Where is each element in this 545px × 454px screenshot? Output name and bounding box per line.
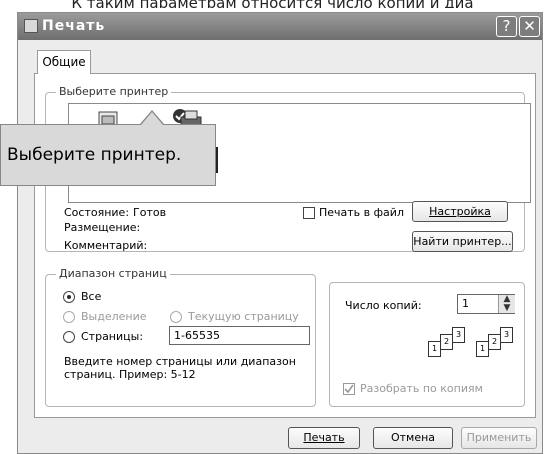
cancel-button-label: Отмена — [390, 431, 436, 444]
copies-label: Число копий: — [345, 299, 422, 312]
window-title: Печать — [42, 18, 106, 34]
title-bar[interactable]: Печать ? ✕ — [18, 13, 542, 40]
tooltip-tail — [141, 112, 163, 125]
print-button-label: Печать — [303, 431, 345, 444]
status-value: Готов — [133, 206, 167, 219]
page-range-legend: Диапазон страниц — [56, 267, 170, 280]
checkmark-icon — [344, 384, 354, 394]
background-document-text: К таким параметрам относится число копий… — [0, 0, 545, 8]
tooltip-text: Выберите принтер. — [7, 145, 182, 165]
apply-button[interactable]: Применить — [461, 427, 537, 449]
print-button[interactable]: Печать — [288, 427, 360, 449]
printer-icon — [24, 19, 38, 33]
collate-checkbox[interactable] — [343, 383, 355, 395]
radio-selected-dot — [67, 295, 71, 299]
range-current-page-radio[interactable] — [170, 311, 182, 323]
range-all-radio[interactable] — [63, 291, 75, 303]
status-label: Состояние: — [64, 206, 130, 219]
copies-spinner[interactable]: ▲ ▼ — [498, 295, 515, 313]
find-printer-button[interactable]: Найти принтер... — [412, 231, 513, 252]
settings-button[interactable]: Настройка — [412, 201, 508, 222]
pages-input[interactable]: 1-65535 — [169, 326, 310, 345]
tab-general[interactable]: Общие — [37, 50, 91, 74]
collate-page-3b: 3 — [500, 327, 513, 343]
range-current-page-label[interactable]: Текущую страницу — [188, 310, 299, 323]
print-to-file-label[interactable]: Печать в файл — [319, 206, 404, 219]
print-to-file-checkbox[interactable] — [303, 207, 315, 219]
range-selection-label[interactable]: Выделение — [81, 310, 147, 323]
collate-page-3: 3 — [452, 327, 465, 343]
range-all-label[interactable]: Все — [81, 290, 101, 303]
help-button[interactable]: ? — [496, 16, 517, 37]
tooltip: Выберите принтер. — [0, 124, 216, 186]
location-label: Размещение: — [64, 221, 141, 234]
page-range-hint: Введите номер страницы или диапазон стра… — [64, 355, 296, 381]
comment-label: Комментарий: — [64, 239, 148, 252]
text-cursor — [216, 147, 218, 173]
print-dialog: Печать ? ✕ Общие Выберите принтер Состоя… — [17, 12, 543, 454]
range-pages-label[interactable]: Страницы: — [81, 330, 143, 343]
apply-button-label: Применить — [466, 431, 532, 444]
close-button[interactable]: ✕ — [519, 16, 540, 37]
range-pages-radio[interactable] — [63, 331, 75, 343]
find-printer-button-label: Найти принтер... — [413, 235, 512, 248]
collate-label[interactable]: Разобрать по копиям — [360, 382, 483, 395]
range-selection-radio[interactable] — [63, 311, 75, 323]
cancel-button[interactable]: Отмена — [373, 427, 453, 449]
settings-button-label: Настройка — [429, 205, 491, 218]
printer-group-legend: Выберите принтер — [56, 85, 172, 98]
